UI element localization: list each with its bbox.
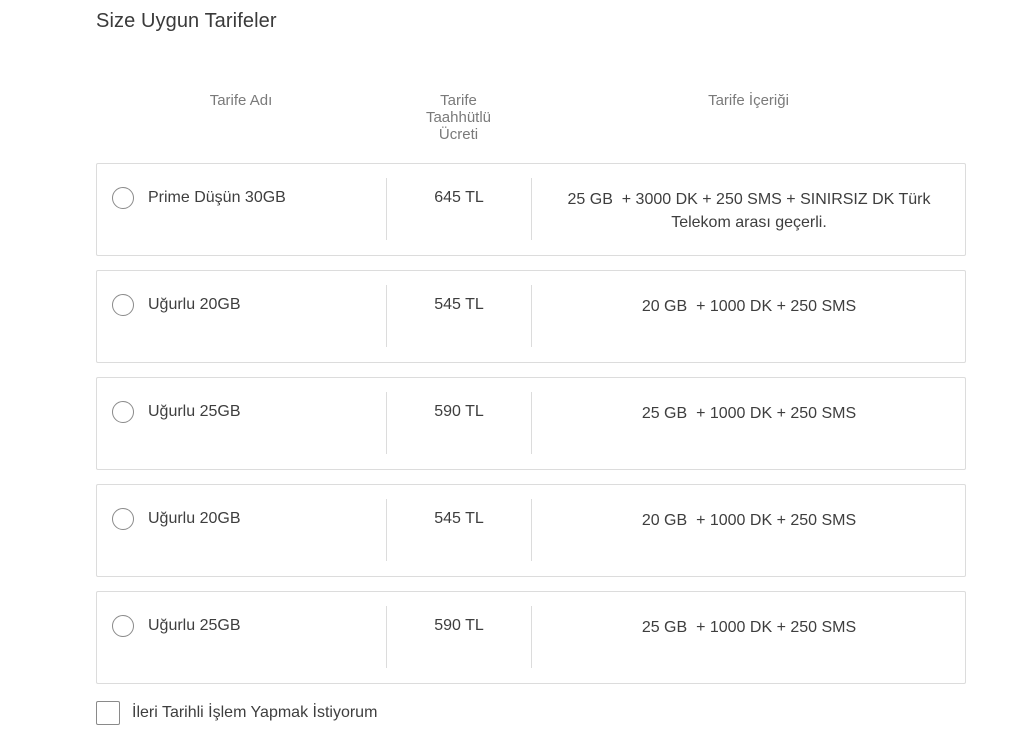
tariff-name: Uğurlu 25GB [148,617,241,634]
tariff-content: 20 GB + 1000 DK + 250 SMS [641,298,857,315]
column-header-price-line3: Ücreti [438,126,479,143]
tariff-price: 545 TL [434,296,484,313]
column-header-name: Tarife Adı [209,92,273,109]
tariff-price: 590 TL [434,617,484,634]
column-header-content: Tarife İçeriği [708,92,789,109]
column-divider [386,178,387,240]
tariff-row[interactable]: Uğurlu 20GB 545 TL 20 GB + 1000 DK + 250… [96,484,966,577]
tariff-name: Uğurlu 25GB [148,403,241,420]
column-divider [386,392,387,454]
column-header-price-line2: Taahhütlü [425,109,492,126]
tariff-row[interactable]: Uğurlu 20GB 545 TL 20 GB + 1000 DK + 250… [96,270,966,363]
column-divider [531,178,532,240]
tariff-name: Uğurlu 20GB [148,296,241,313]
column-header-price-line1: Tarife [440,92,477,109]
column-divider [386,285,387,347]
future-date-checkbox[interactable] [96,701,120,725]
tariff-price: 645 TL [434,189,484,206]
tariff-content: 25 GB + 1000 DK + 250 SMS [641,619,857,636]
tariff-content: 25 GB + 3000 DK + 250 SMS + SINIRSIZ DK … [567,191,935,231]
tariff-row[interactable]: Uğurlu 25GB 590 TL 25 GB + 1000 DK + 250… [96,591,966,684]
column-divider [386,499,387,561]
tariff-price: 545 TL [434,510,484,527]
tariff-radio[interactable] [112,508,134,530]
section-title: Size Uygun Tarifeler [96,10,277,32]
tariff-price: 590 TL [434,403,484,420]
tariff-name: Uğurlu 20GB [148,510,241,527]
tariff-page: Size Uygun Tarifeler Tarife Adı Tarife T… [0,0,1035,739]
tariff-name: Prime Düşün 30GB [148,189,286,206]
future-date-option[interactable]: İleri Tarihli İşlem Yapmak İstiyorum [96,701,377,725]
tariff-content: 20 GB + 1000 DK + 250 SMS [641,512,857,529]
future-date-label: İleri Tarihli İşlem Yapmak İstiyorum [132,704,378,721]
tariff-row[interactable]: Uğurlu 25GB 590 TL 25 GB + 1000 DK + 250… [96,377,966,470]
tariff-content: 25 GB + 1000 DK + 250 SMS [641,405,857,422]
tariff-list: Prime Düşün 30GB 645 TL 25 GB + 3000 DK … [96,163,966,698]
tariff-radio[interactable] [112,187,134,209]
tariff-row[interactable]: Prime Düşün 30GB 645 TL 25 GB + 3000 DK … [96,163,966,256]
column-header-price: Tarife Taahhütlü Ücreti [386,92,531,143]
column-divider [386,606,387,668]
tariff-radio[interactable] [112,615,134,637]
tariff-radio[interactable] [112,401,134,423]
tariff-radio[interactable] [112,294,134,316]
